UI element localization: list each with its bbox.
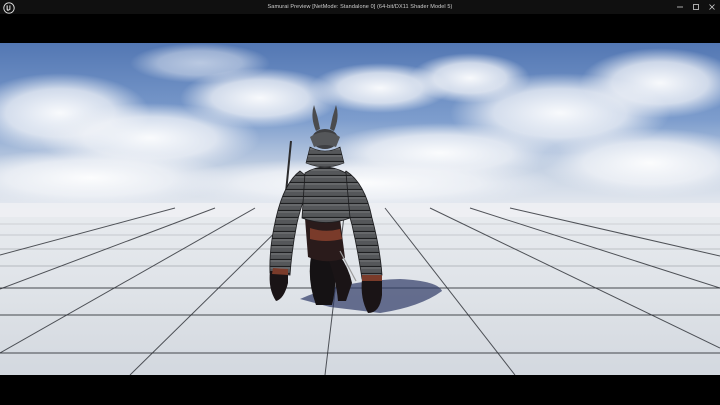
game-window: Samurai Preview [NetMode: Standalone 0] …	[0, 0, 720, 405]
minimize-icon	[676, 3, 684, 11]
letterbox-top	[0, 14, 720, 43]
window-controls	[672, 0, 720, 14]
minimize-button[interactable]	[672, 0, 688, 14]
close-icon	[708, 3, 716, 11]
maximize-button[interactable]	[688, 0, 704, 14]
title-bar[interactable]: Samurai Preview [NetMode: Standalone 0] …	[0, 0, 720, 14]
maximize-icon	[692, 3, 700, 11]
window-title: Samurai Preview [NetMode: Standalone 0] …	[267, 4, 453, 10]
close-button[interactable]	[704, 0, 720, 14]
game-viewport[interactable]	[0, 43, 720, 375]
letterbox-bottom	[0, 375, 720, 405]
